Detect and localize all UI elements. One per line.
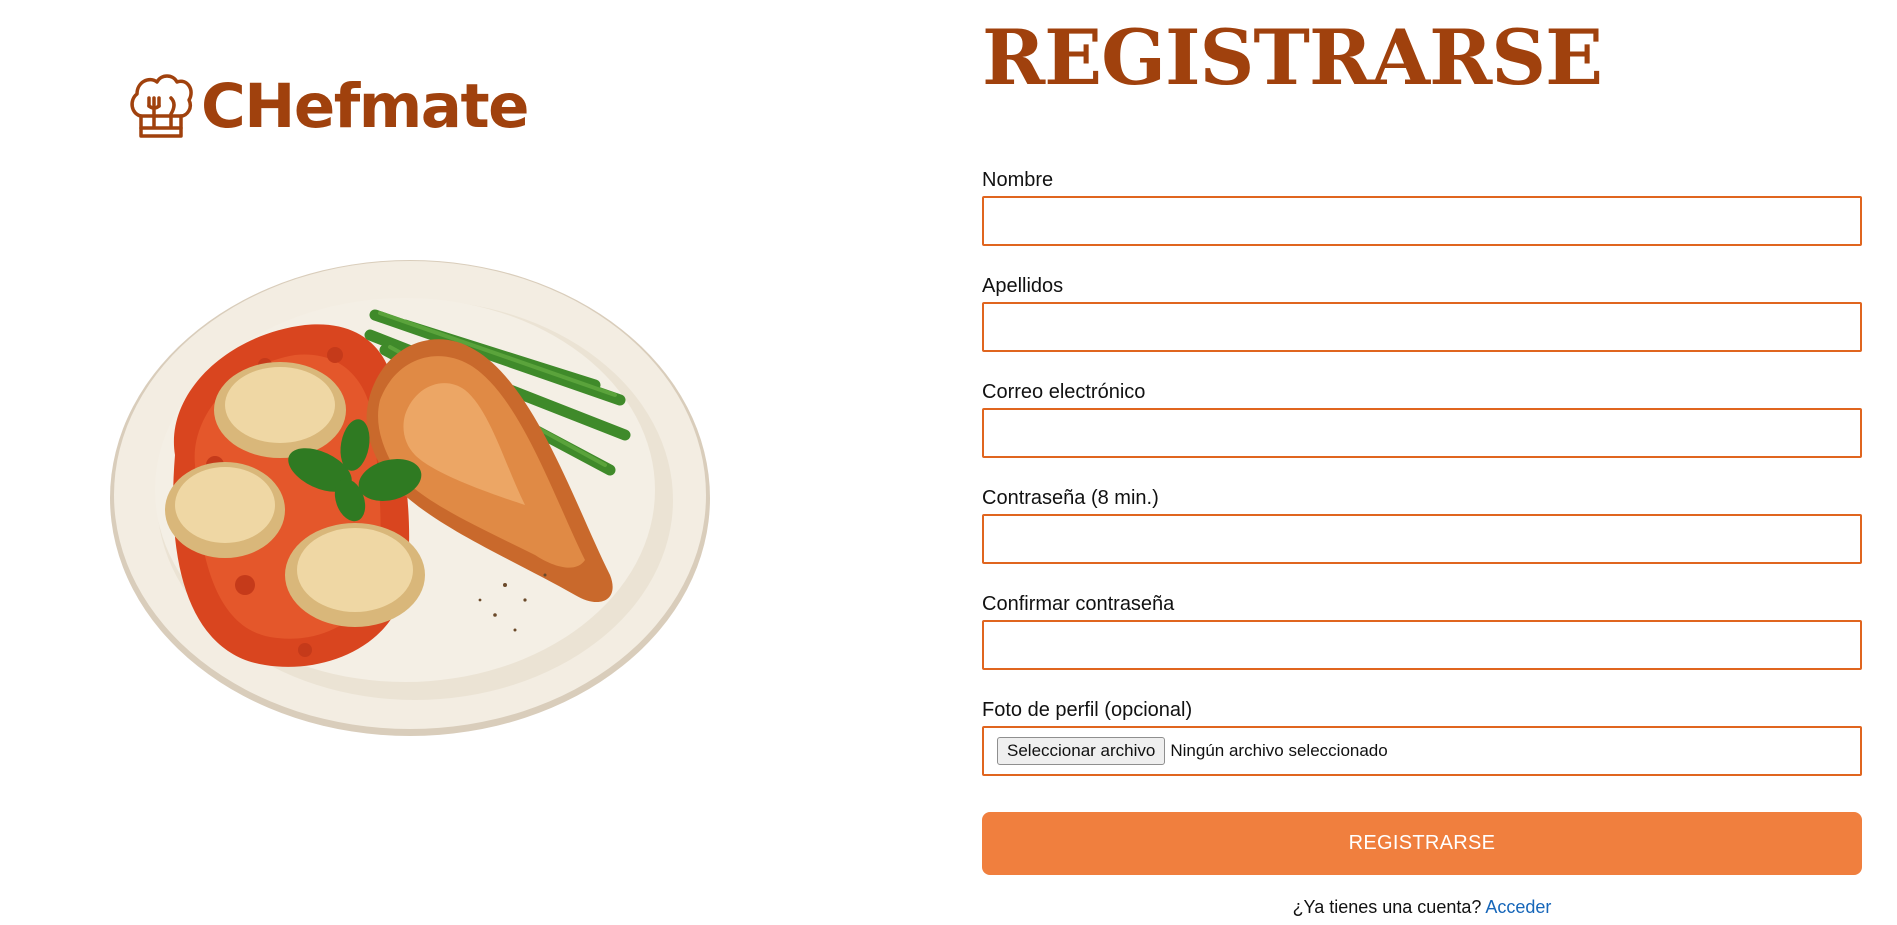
choose-file-button[interactable]: Seleccionar archivo <box>997 737 1166 765</box>
confirm-password-field[interactable] <box>982 620 1862 670</box>
profile-photo-label: Foto de perfil (opcional) <box>982 699 1193 721</box>
login-prompt: ¿Ya tienes una cuenta? Acceder <box>982 897 1862 918</box>
brand-name: CHefmate <box>201 70 530 142</box>
brand-logo: CHefmate <box>127 70 530 142</box>
register-page: CHefmate REGISTRARSE Nombre Apellidos Co… <box>0 0 1897 925</box>
last-name-label: Apellidos <box>982 275 1064 297</box>
password-label: Contraseña (8 min.) <box>982 487 1159 509</box>
page-title: REGISTRARSE <box>982 13 1603 102</box>
login-prompt-text: ¿Ya tienes una cuenta? <box>1292 897 1482 917</box>
first-name-field[interactable] <box>982 196 1862 246</box>
file-status-text: Ningún archivo seleccionado <box>1170 741 1388 760</box>
login-link[interactable]: Acceder <box>1485 897 1551 917</box>
chef-hat-icon <box>127 70 195 142</box>
first-name-label: Nombre <box>982 169 1054 191</box>
profile-photo-input[interactable]: Seleccionar archivo Ningún archivo selec… <box>982 726 1862 776</box>
confirm-password-label: Confirmar contraseña <box>982 593 1175 615</box>
password-field[interactable] <box>982 514 1862 564</box>
register-button[interactable]: REGISTRARSE <box>982 812 1862 875</box>
last-name-field[interactable] <box>982 302 1862 352</box>
hero-food-image <box>105 255 715 745</box>
email-label: Correo electrónico <box>982 381 1146 403</box>
email-field[interactable] <box>982 408 1862 458</box>
